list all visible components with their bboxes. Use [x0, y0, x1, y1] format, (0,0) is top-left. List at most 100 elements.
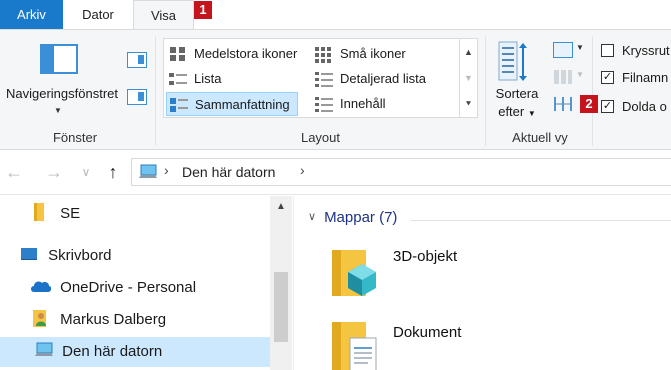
- group-label-layout: Layout: [300, 130, 341, 145]
- address-bar[interactable]: › Den här datorn ›: [131, 158, 671, 186]
- chevron-down-icon: ∨: [308, 211, 317, 223]
- ribbon-divider: [485, 36, 486, 146]
- folder-name: 3D-objekt: [393, 248, 458, 265]
- folder-name: Dokument: [393, 324, 462, 341]
- forward-arrow-icon[interactable]: →: [42, 159, 66, 185]
- chevron-down-icon: ▼: [576, 43, 584, 52]
- sort-icon: [498, 41, 527, 81]
- layout-item-label: Små ikoner: [340, 46, 406, 61]
- layout-content[interactable]: Innehåll: [314, 92, 386, 116]
- sort-by-label-2: efter ▼: [498, 104, 536, 119]
- checkbox[interactable]: [601, 44, 614, 58]
- desktop-icon: [21, 248, 37, 261]
- nav-item-label: SE: [60, 205, 81, 222]
- computer-icon: [139, 164, 157, 178]
- tab-visa[interactable]: Visa: [133, 0, 194, 30]
- layout-item-label: Detaljerad lista: [340, 71, 426, 86]
- details-pane-icon[interactable]: [127, 89, 147, 105]
- fit-columns-icon[interactable]: [553, 96, 573, 112]
- small-icons-icon: [314, 44, 334, 63]
- callout-badge-2: 2: [580, 95, 598, 113]
- tab-dator[interactable]: Dator: [63, 0, 133, 29]
- chevron-down-icon: ▼: [54, 106, 62, 115]
- folder-icon: [34, 203, 44, 222]
- layout-tiles[interactable]: Sammanfattning: [166, 92, 298, 116]
- computer-icon: [35, 342, 53, 357]
- checkbox-checked[interactable]: ✓: [601, 71, 614, 85]
- details-icon: [314, 69, 334, 88]
- file-list: ∨ Mappar (7) 3D-objekt Dokument: [293, 196, 671, 370]
- scrollbar-thumb[interactable]: [274, 272, 288, 342]
- nav-item-label: OneDrive - Personal: [60, 279, 197, 296]
- breadcrumb-item[interactable]: Den här datorn: [182, 164, 275, 180]
- cloud-icon: [31, 281, 52, 293]
- breadcrumb-chevron-icon[interactable]: ›: [300, 162, 305, 178]
- folder-item-documents[interactable]: Dokument: [330, 318, 630, 370]
- navigation-pane-label: Navigeringsfönstret: [6, 86, 118, 101]
- group-label-current-view: Aktuell vy: [512, 130, 568, 145]
- ribbon-divider: [155, 36, 156, 146]
- nav-item-label: Skrivbord: [48, 247, 112, 264]
- layout-details[interactable]: Detaljerad lista: [314, 67, 426, 91]
- group-by-icon[interactable]: [553, 42, 573, 58]
- group-label-panes: Fönster: [52, 130, 98, 145]
- checkbox-label: Filnamn: [622, 70, 669, 85]
- ribbon-tab-bar: Arkiv Dator Visa 1: [0, 0, 671, 30]
- file-extensions-toggle[interactable]: ✓ Filnamn: [601, 68, 668, 88]
- item-checkboxes-toggle[interactable]: Kryssrut: [601, 41, 670, 61]
- navigation-pane-button[interactable]: Navigeringsfönstret ▼: [0, 38, 120, 118]
- scroll-up-arrow-icon[interactable]: ▲: [270, 196, 292, 218]
- tab-arkiv[interactable]: Arkiv: [0, 0, 63, 29]
- add-columns-icon[interactable]: [553, 69, 573, 85]
- hidden-items-toggle[interactable]: ✓ Dolda o: [601, 97, 667, 117]
- nav-item-this-pc[interactable]: Den här datorn: [0, 337, 270, 367]
- address-toolbar: ← → ∨ ↑ › Den här datorn ›: [0, 151, 671, 195]
- documents-folder-icon: [332, 322, 377, 370]
- group-header-label: Mappar (7): [324, 209, 398, 226]
- tiles-icon: [169, 95, 189, 114]
- layout-gallery-scroll: ▲ ▼ ⯆: [460, 38, 478, 118]
- nav-item-desktop[interactable]: Skrivbord: [20, 241, 112, 271]
- ribbon-divider: [592, 36, 593, 146]
- preview-pane-icon[interactable]: [127, 52, 147, 68]
- medium-icons-icon: [168, 44, 188, 63]
- group-header-divider: [410, 220, 671, 221]
- user-folder-icon: [33, 310, 46, 328]
- layout-medium-icons[interactable]: Medelstora ikoner: [168, 42, 297, 66]
- navigation-pane-icon: [40, 44, 78, 74]
- folder-item-3d-objects[interactable]: 3D-objekt: [330, 242, 630, 308]
- back-arrow-icon[interactable]: ←: [2, 159, 26, 185]
- nav-item-se[interactable]: SE: [32, 199, 80, 229]
- navigation-pane-scrollbar[interactable]: ▲: [270, 196, 292, 370]
- nav-item-onedrive[interactable]: OneDrive - Personal: [30, 273, 196, 303]
- 3d-objects-folder-icon: [332, 250, 376, 296]
- layout-item-label: Lista: [194, 71, 222, 86]
- checkbox-checked[interactable]: ✓: [601, 100, 614, 114]
- checkbox-label: Kryssrut: [622, 43, 670, 58]
- callout-badge-1: 1: [194, 1, 212, 19]
- nav-item-label: Den här datorn: [62, 343, 163, 360]
- layout-gallery: Medelstora ikoner Små ikoner Lista Detal…: [163, 38, 460, 118]
- layout-item-label: Medelstora ikoner: [194, 46, 298, 61]
- nav-item-label: Markus Dalberg: [60, 311, 167, 328]
- layout-small-icons[interactable]: Små ikoner: [314, 42, 406, 66]
- navigation-pane: SE Skrivbord OneDrive - Personal Markus …: [0, 196, 292, 370]
- gallery-scroll-up-button[interactable]: ▲: [460, 39, 477, 65]
- nav-item-user[interactable]: Markus Dalberg: [32, 305, 166, 335]
- gallery-scroll-down-button[interactable]: ▼: [460, 65, 477, 91]
- layout-list[interactable]: Lista: [168, 67, 221, 91]
- sort-by-label: Sortera: [495, 86, 539, 101]
- group-header-folders[interactable]: ∨ Mappar (7): [308, 209, 397, 226]
- chevron-down-icon: ▼: [576, 70, 584, 79]
- layout-item-label: Sammanfattning: [195, 97, 290, 112]
- chevron-down-icon: ▼: [527, 109, 536, 118]
- recent-locations-chevron-icon[interactable]: ∨: [78, 159, 94, 185]
- layout-item-label: Innehåll: [340, 96, 386, 111]
- breadcrumb-chevron-icon[interactable]: ›: [164, 162, 169, 178]
- gallery-expand-button[interactable]: ⯆: [460, 91, 477, 117]
- sort-by-button[interactable]: Sortera efter ▼: [490, 38, 550, 120]
- ribbon: Navigeringsfönstret ▼ Fönster Medelstora…: [0, 29, 671, 150]
- checkbox-label: Dolda o: [622, 99, 667, 114]
- content-icon: [314, 94, 334, 113]
- up-arrow-icon[interactable]: ↑: [102, 159, 124, 185]
